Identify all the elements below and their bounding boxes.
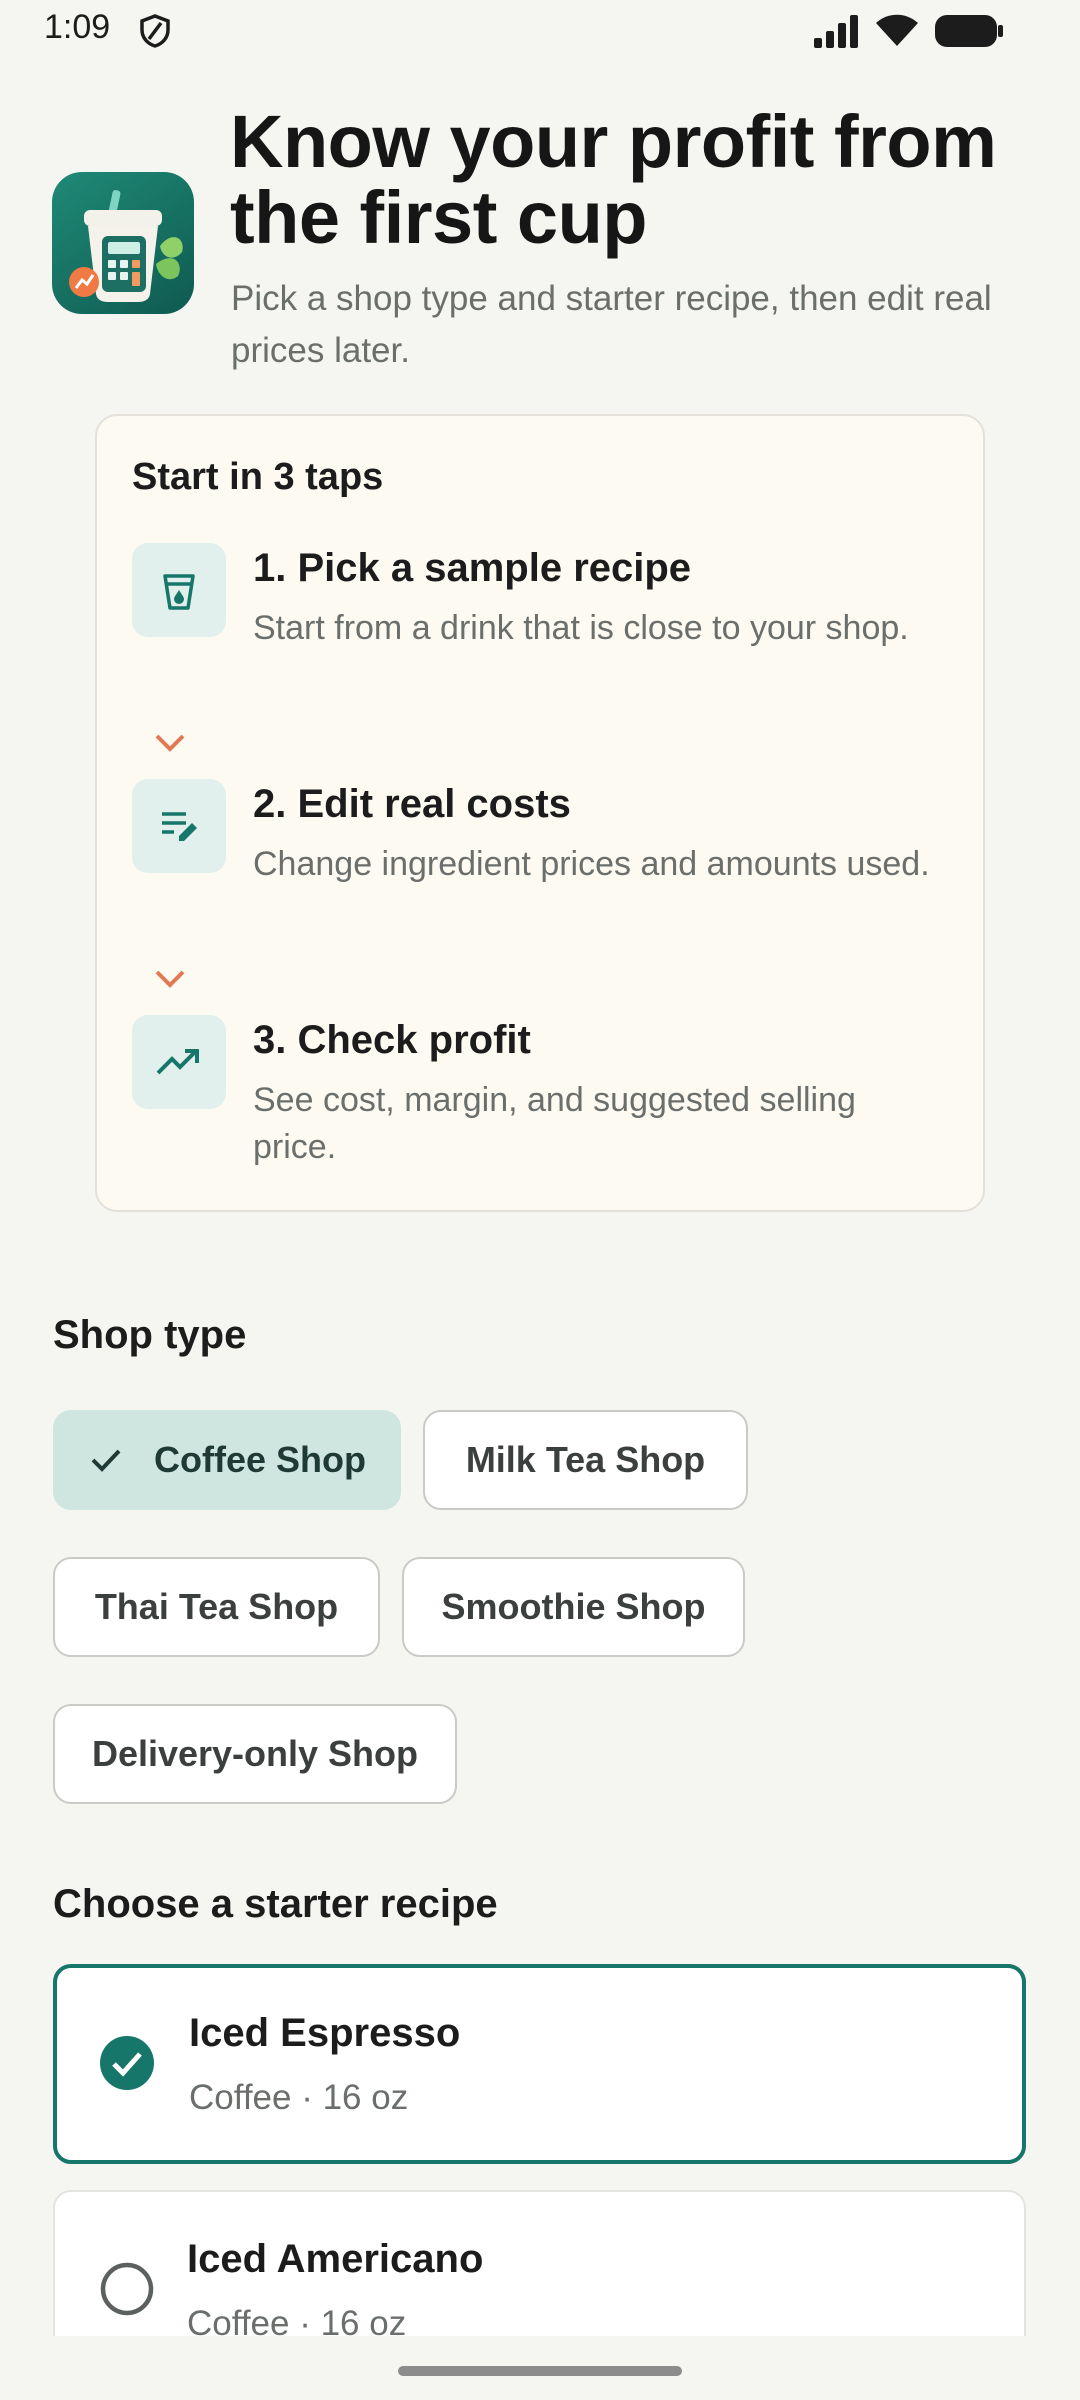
battery-icon <box>935 15 1003 47</box>
step-title: 1. Pick a sample recipe <box>253 546 692 590</box>
trending-up-icon <box>156 1049 199 1075</box>
chip-milk-tea-shop[interactable]: Milk Tea Shop <box>423 1410 748 1510</box>
chip-label: Coffee Shop <box>154 1439 366 1480</box>
recipe-heading: Choose a starter recipe <box>53 1882 498 1926</box>
step-title: 2. Edit real costs <box>253 782 571 826</box>
steps-card: Start in 3 taps 1. Pick a sample recipe … <box>95 414 985 1212</box>
chevron-down-icon <box>155 970 185 988</box>
cup-icon <box>163 574 195 610</box>
chip-label: Milk Tea Shop <box>465 1439 706 1480</box>
recipe-name: Iced Americano <box>187 2237 484 2281</box>
step-title: 3. Check profit <box>253 1018 531 1062</box>
chip-coffee-shop[interactable]: Coffee Shop <box>53 1410 401 1510</box>
chip-delivery-only-shop[interactable]: Delivery-only Shop <box>53 1704 457 1804</box>
page-title: Know your profit from the first cup <box>230 100 997 259</box>
page-subtitle: Pick a shop type and starter recipe, the… <box>231 279 992 370</box>
step-description: Start from a drink that is close to your… <box>253 609 909 647</box>
recipe-card-iced-espresso[interactable]: Iced Espresso Coffee · 16 oz <box>53 1964 1026 2164</box>
wifi-icon <box>876 14 918 46</box>
screen: 1:09 Know your profit from the first cup… <box>0 0 1080 2400</box>
radio-selected-icon <box>100 2036 154 2090</box>
chip-label: Thai Tea Shop <box>94 1586 339 1627</box>
signal-icon <box>814 15 858 48</box>
cup-calculator-icon <box>69 190 183 302</box>
shop-type-heading: Shop type <box>53 1313 247 1357</box>
recipe-name: Iced Espresso <box>189 2011 461 2055</box>
app-logo <box>52 172 194 314</box>
check-icon <box>91 1449 121 1472</box>
chevron-down-icon <box>155 734 185 752</box>
home-indicator[interactable] <box>398 2366 682 2376</box>
status-time: 1:09 <box>44 8 111 46</box>
status-bar: 1:09 <box>0 0 1080 62</box>
shield-icon <box>140 14 170 48</box>
edit-list-icon <box>162 812 197 841</box>
chip-label: Delivery-only Shop <box>91 1733 419 1774</box>
steps-title: Start in 3 taps <box>132 456 384 498</box>
chip-smoothie-shop[interactable]: Smoothie Shop <box>402 1557 745 1657</box>
chip-label: Smoothie Shop <box>441 1586 706 1627</box>
step-description: See cost, margin, and suggested selling … <box>253 1081 856 1166</box>
radio-unselected-icon <box>100 2262 154 2316</box>
chip-thai-tea-shop[interactable]: Thai Tea Shop <box>53 1557 380 1657</box>
recipe-meta: Coffee · 16 oz <box>189 2078 409 2117</box>
step-description: Change ingredient prices and amounts use… <box>253 845 930 883</box>
